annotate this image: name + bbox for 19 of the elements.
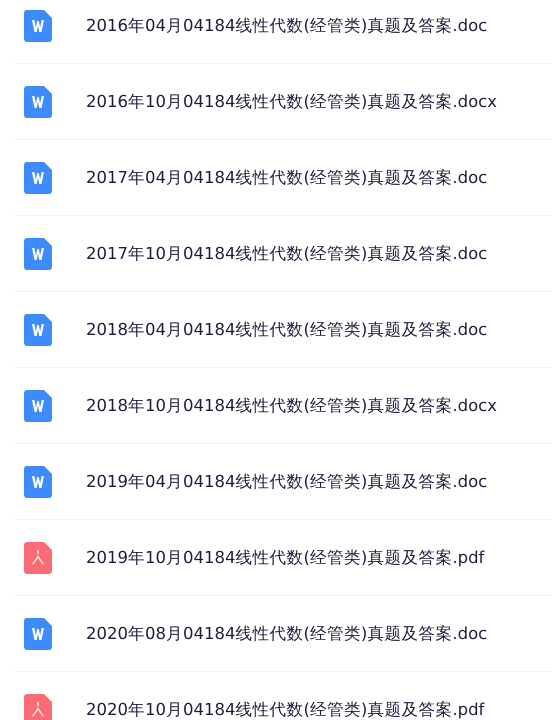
word-document-icon: [24, 466, 52, 498]
file-name[interactable]: 2018年10月04184线性代数(经管类)真题及答案.docx: [86, 394, 498, 416]
word-document-icon: [24, 238, 52, 270]
word-document-icon: [24, 390, 52, 422]
file-name[interactable]: 2020年08月04184线性代数(经管类)真题及答案.doc: [86, 622, 488, 644]
file-name[interactable]: 2020年10月04184线性代数(经管类)真题及答案.pdf: [86, 698, 484, 720]
word-document-icon: [24, 86, 52, 118]
word-document-icon: [24, 10, 52, 42]
file-name[interactable]: 2016年10月04184线性代数(经管类)真题及答案.docx: [86, 90, 498, 112]
word-document-icon: [24, 618, 52, 650]
pdf-document-icon: [24, 542, 52, 574]
file-name[interactable]: 2017年04月04184线性代数(经管类)真题及答案.doc: [86, 166, 488, 188]
file-name[interactable]: 2017年10月04184线性代数(经管类)真题及答案.doc: [86, 242, 488, 264]
word-document-icon: [24, 314, 52, 346]
file-name[interactable]: 2019年10月04184线性代数(经管类)真题及答案.pdf: [86, 546, 484, 568]
file-name[interactable]: 2019年04月04184线性代数(经管类)真题及答案.doc: [86, 470, 488, 492]
word-document-icon: [24, 162, 52, 194]
file-name[interactable]: 2016年04月04184线性代数(经管类)真题及答案.doc: [86, 14, 488, 36]
file-name[interactable]: 2018年04月04184线性代数(经管类)真题及答案.doc: [86, 318, 488, 340]
